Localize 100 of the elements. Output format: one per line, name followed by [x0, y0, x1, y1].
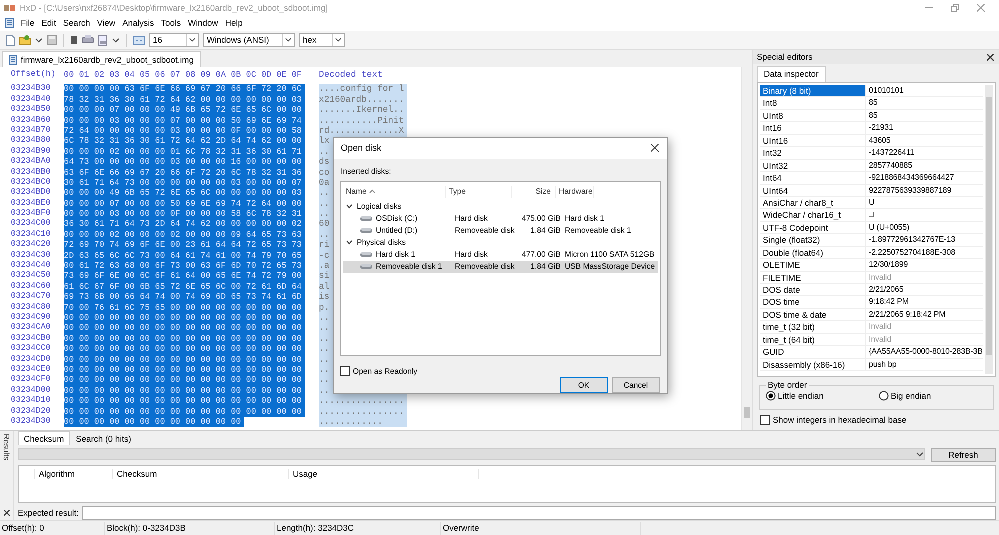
field-value: Invalid	[868, 272, 892, 283]
field-value: 01010101	[868, 85, 904, 96]
hex-bytes: 63 6F 6E 66 69 67 20 66 6F 72 20 6C 78 32 31 36	[64, 168, 305, 178]
hex-bytes: 00 00 00 00 00 00 00 00 00 00 00 00 00 00 00 00	[64, 323, 305, 334]
field-value: push bp	[868, 358, 897, 370]
decoded-text: ....config for l	[319, 84, 407, 95]
hex-bytes: 00 00 00 00 00 00 00 00 00 00 00 00	[64, 416, 244, 428]
hex-bytes: 69 73 6B 00 66 64 74 00 74 69 6D 65 73 74 61 6D	[64, 292, 305, 303]
decoded-text: ................	[319, 406, 407, 417]
field-value: {AA55AA55-0000-8010-283B-3B	[868, 346, 983, 358]
hex-bytes: 00 00 00 07 00 00 00 49 6B 65 72 6E 65 6C 00 00	[64, 105, 305, 116]
field-name[interactable]: UInt16	[760, 134, 866, 146]
tab[interactable]: Data inspector	[757, 66, 826, 82]
row-offset: 03234CD0	[10, 354, 52, 365]
radio-icon[interactable]	[766, 391, 776, 401]
column-header: 0C	[246, 70, 258, 80]
field-name[interactable]: UTF-8 Codepoint	[760, 222, 866, 234]
menu-item[interactable]: Tools	[161, 18, 182, 28]
chip-icon[interactable]	[70, 35, 78, 45]
restore-icon[interactable]	[951, 4, 959, 12]
menu-item[interactable]: Analysis	[122, 18, 154, 28]
close-icon[interactable]	[4, 510, 10, 516]
panel-title: Results	[2, 434, 11, 461]
caret-icon	[916, 450, 924, 458]
row-offset: 03234BB0	[10, 168, 52, 178]
radio-button[interactable]: Little endian	[766, 391, 879, 401]
bytes-per-row-dropdown[interactable]: 16	[149, 33, 199, 47]
field-name[interactable]: DOS time	[760, 296, 866, 308]
row-offset: 03234C80	[10, 302, 52, 313]
expected-result-field[interactable]	[82, 506, 996, 520]
expand-chevron-icon[interactable]	[346, 240, 353, 246]
field-name[interactable]: DOS time & date	[760, 308, 866, 320]
new-file-icon[interactable]	[6, 34, 15, 46]
tab[interactable]: Search (0 hits)	[70, 431, 138, 445]
field-name[interactable]: GUID	[760, 346, 866, 358]
column-header: 06	[155, 70, 166, 80]
field-name[interactable]: UInt32	[760, 160, 866, 172]
app-icon	[4, 4, 15, 12]
close-icon[interactable]	[987, 54, 994, 60]
menu-item[interactable]: Edit	[42, 18, 56, 28]
field-name[interactable]: OLETIME	[760, 259, 866, 271]
decoded-text: rd.............X	[319, 126, 407, 136]
radio-icon[interactable]	[879, 391, 889, 401]
field-name[interactable]: Single (float32)	[760, 234, 866, 246]
hex-bytes: 00 00 00 00 00 00 00 00 00 00 00 00 00 00 00 00	[64, 386, 305, 396]
row-offset: 03234D20	[10, 406, 52, 417]
decoded-text: ................	[319, 396, 407, 406]
charset-dropdown[interactable]: Windows (ANSI)	[203, 33, 295, 47]
hex-bytes: 00 00 00 49 6B 65 72 6E 65 6C 00 00 00 00 00 03	[64, 188, 305, 199]
field-name[interactable]: WideChar / char16_t	[760, 209, 866, 221]
field-name[interactable]: Int16	[760, 122, 866, 134]
drive-icon	[360, 215, 373, 222]
menu-item[interactable]: Window	[188, 18, 218, 28]
columns-icon[interactable]	[133, 36, 145, 44]
scroll-thumb	[744, 407, 750, 418]
close-icon[interactable]	[651, 144, 659, 152]
field-name[interactable]: UInt64	[760, 184, 866, 196]
field-value: -21931	[868, 122, 894, 134]
radio-button[interactable]: Big endian	[879, 391, 932, 401]
tab[interactable]: Checksum	[18, 431, 70, 445]
row-offset: 03234CE0	[10, 364, 52, 376]
field-name[interactable]: AnsiChar / char8_t	[760, 196, 866, 208]
column-header: 05	[140, 70, 152, 80]
field-name[interactable]: Double (float64)	[760, 246, 866, 258]
menu-item[interactable]: Search	[63, 18, 90, 28]
field-name[interactable]: Int64	[760, 172, 866, 184]
menu-item[interactable]: Help	[225, 18, 243, 28]
field-value: 9:18:42 PM	[868, 296, 909, 308]
row-offset: 03234CA0	[10, 323, 52, 334]
checkbox-icon[interactable]	[760, 415, 770, 425]
drive-icon	[360, 263, 373, 270]
document-tab[interactable]: firmware_lx2160ardb_rev2_uboot_sdboot.img	[2, 51, 201, 67]
field-value: 85	[868, 97, 878, 109]
field-name[interactable]: Int32	[760, 147, 866, 159]
row-offset: 03234D30	[10, 416, 52, 428]
menu-item[interactable]: File	[21, 18, 35, 28]
row-offset: 03234B30	[10, 84, 52, 95]
menu-item[interactable]: View	[97, 18, 116, 28]
field-name[interactable]: Binary (8 bit)	[760, 85, 866, 96]
field-value: 85	[868, 110, 878, 122]
checkbox[interactable]: Show integers in hexadecimal base	[760, 415, 907, 425]
field-name[interactable]: UInt8	[760, 110, 866, 122]
field-name[interactable]: DOS date	[760, 284, 866, 296]
save-icon[interactable]	[47, 35, 57, 45]
open-folder-icon[interactable]	[19, 35, 31, 45]
hex-bytes: 00 00 00 00 00 00 00 00 00 00 00 00 00 00 00 00	[64, 375, 305, 386]
column-header: 09	[200, 70, 212, 80]
caret-icon	[112, 36, 120, 44]
expand-chevron-icon[interactable]	[346, 204, 353, 210]
page-icon[interactable]	[98, 34, 108, 46]
row-offset: 03234BA0	[10, 157, 52, 168]
refresh-button[interactable]: Refresh	[931, 448, 996, 462]
field-value: U	[868, 196, 875, 208]
row-offset: 03234C40	[10, 261, 52, 272]
checkbox-icon[interactable]	[340, 366, 350, 376]
hex-bytes: 00 00 00 00 00 00 00 00 00 00 00 00 00 00 00 00	[64, 396, 305, 407]
field-name[interactable]: Disassembly (x86-16)	[760, 358, 866, 370]
field-name[interactable]: Int8	[760, 97, 866, 109]
offset-base-dropdown[interactable]: hex	[299, 33, 345, 47]
hex-bytes: 00 61 72 63 68 00 6F 73 00 63 6F 6D 70 72 65 73	[64, 261, 305, 272]
